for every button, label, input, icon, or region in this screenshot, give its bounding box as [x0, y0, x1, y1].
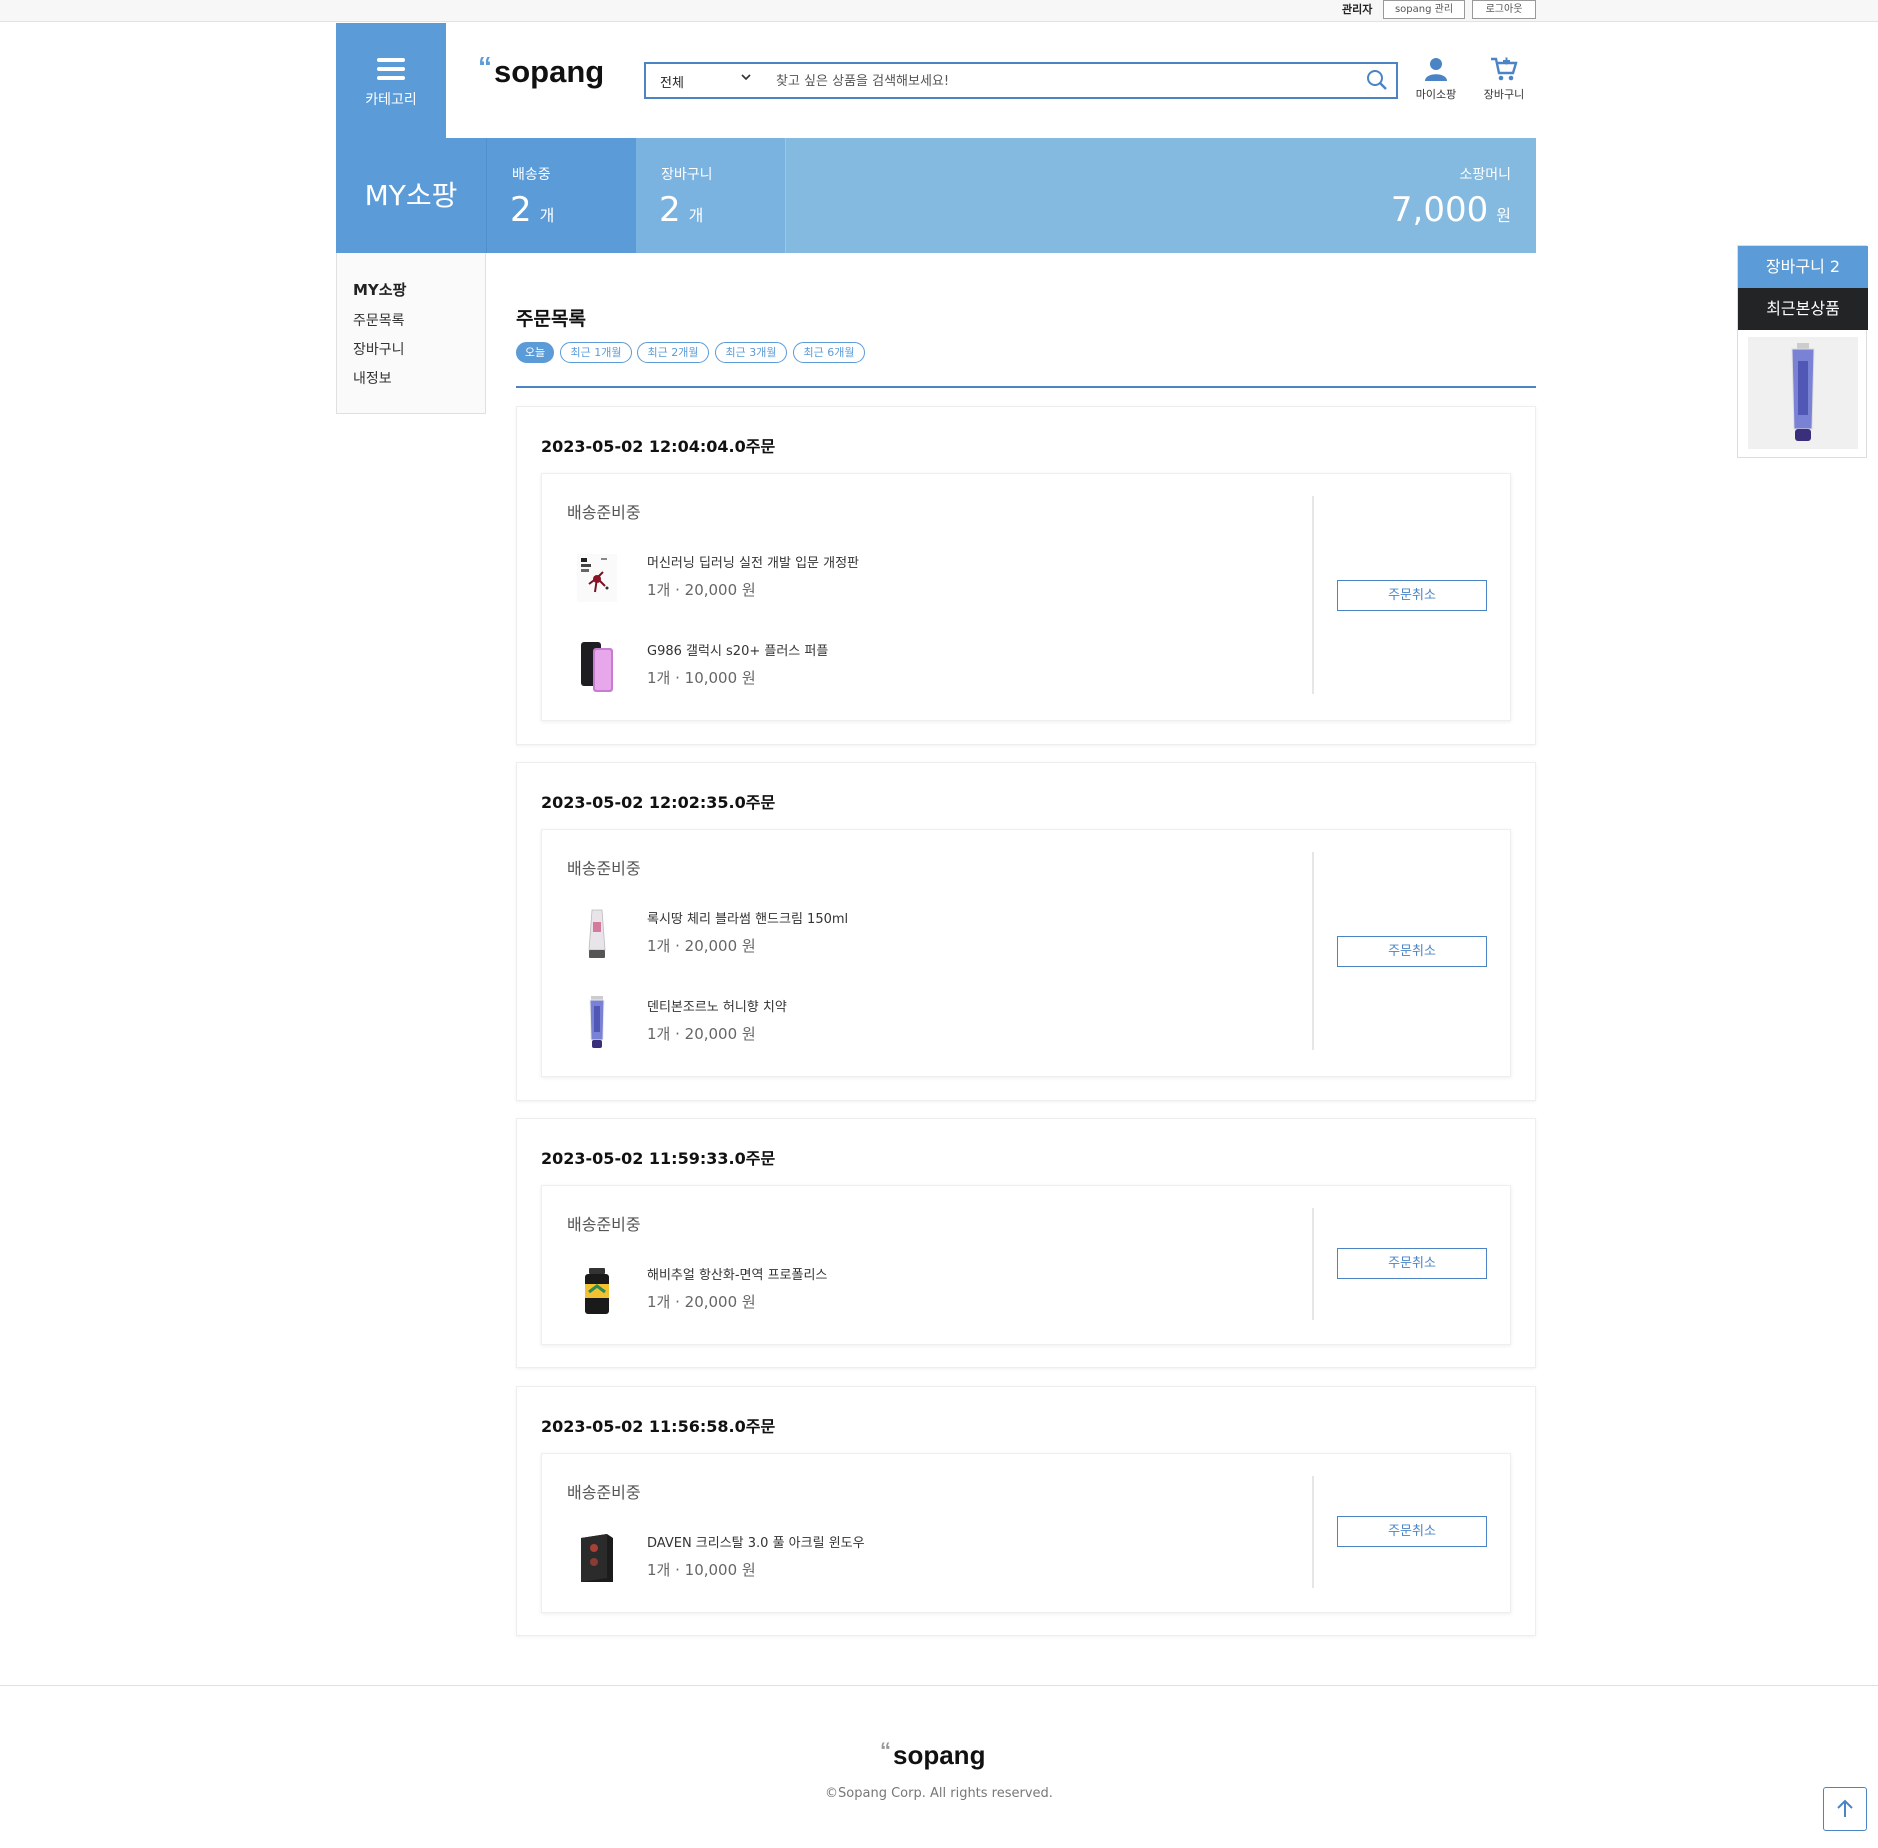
user-icon — [1425, 58, 1447, 81]
item-qty-price: 1개 · 20,000 원 — [647, 937, 756, 955]
side-menu-cart[interactable]: 장바구니 — [353, 339, 405, 359]
order-date: 2023-05-02 11:59:33.0주문 — [541, 1149, 776, 1168]
quote-mark-icon: “ — [880, 1738, 891, 1763]
order-card: 2023-05-02 11:59:33.0주문 배송준비중 주문취소 해비추얼 … — [516, 1118, 1536, 1368]
cart-summary-label: 장바구니 — [661, 167, 713, 183]
vertical-divider — [1312, 852, 1314, 1050]
order-status: 배송준비중 — [567, 503, 641, 522]
admin-topbar: 관리자 sopang 관리 로그아웃 — [0, 0, 1878, 22]
order-detail: 배송준비중 주문취소 록시땅 체리 블라썸 핸드크림 150ml 1개 · 20… — [541, 829, 1511, 1077]
money-label: 소팡머니 — [1459, 167, 1511, 183]
hamburger-icon — [377, 58, 405, 85]
item-name: 록시땅 체리 블라썸 핸드크림 150ml — [647, 912, 849, 927]
order-detail: 배송준비중 주문취소 머신러닝 딥러닝 실전 개발 입문 개정판 1개 · 20… — [541, 473, 1511, 721]
supplement-bottle-icon — [585, 1268, 609, 1314]
filter-1month[interactable]: 최근 1개월 — [560, 342, 632, 363]
money-amount: 7,000 — [1390, 190, 1489, 230]
shipping-summary[interactable]: 배송중 2개 — [486, 138, 636, 253]
category-button[interactable]: 카테고리 — [336, 23, 446, 139]
recent-items-heading: 최근본상품 — [1738, 288, 1868, 330]
cart-summary-unit: 개 — [688, 206, 704, 225]
order-date: 2023-05-02 12:02:35.0주문 — [541, 793, 776, 812]
footer-divider — [0, 1685, 1878, 1686]
filter-3month[interactable]: 최근 3개월 — [715, 342, 787, 363]
shipping-unit: 개 — [539, 206, 555, 225]
cancel-order-button[interactable]: 주문취소 — [1337, 1516, 1487, 1547]
handcream-icon — [588, 909, 606, 958]
item-qty-price: 1개 · 20,000 원 — [647, 1025, 756, 1043]
cart-icon — [1491, 57, 1518, 81]
floating-widget: 장바구니 2 최근본상품 — [1737, 245, 1868, 458]
item-name: G986 갤럭시 s20+ 플러스 퍼플 — [647, 644, 829, 659]
side-menu-orders[interactable]: 주문목록 — [353, 310, 405, 330]
filter-today[interactable]: 오늘 — [516, 342, 554, 363]
mypage-button[interactable]: 마이소팡 — [1406, 56, 1466, 102]
item-name: 해비추얼 항산화-면역 프로폴리스 — [647, 1268, 828, 1283]
my-banner: MY소팡 배송중 2개 장바구니 2개 소팡머니 7,000 원 — [336, 138, 1536, 253]
item-qty-price: 1개 · 20,000 원 — [647, 581, 756, 599]
money-summary: 소팡머니 7,000 원 — [786, 138, 1536, 253]
logout-button[interactable]: 로그아웃 — [1472, 0, 1536, 19]
quote-mark-icon: “ — [478, 51, 492, 82]
scroll-to-top-button[interactable] — [1823, 1787, 1867, 1831]
pc-case-icon — [581, 1534, 613, 1582]
money-unit: 원 — [1496, 206, 1511, 225]
vertical-divider — [1312, 1208, 1314, 1320]
order-detail: 배송준비중 주문취소 DAVEN 크리스탈 3.0 풀 아크릴 윈도우 1개 ·… — [541, 1453, 1511, 1613]
side-menu-heading: MY소팡 — [353, 281, 407, 299]
copyright-text: ©Sopang Corp. All rights reserved. — [825, 1786, 1053, 1801]
order-card: 2023-05-02 12:04:04.0주문 배송준비중 주문취소 머신러닝 … — [516, 406, 1536, 745]
mypage-label: 마이소팡 — [1415, 88, 1457, 101]
cart-label: 장바구니 — [1483, 88, 1525, 101]
cart-button[interactable]: 장바구니 — [1474, 56, 1534, 102]
order-status: 배송준비중 — [567, 859, 641, 878]
content-divider — [516, 386, 1536, 388]
cart-summary-count: 2 — [659, 190, 681, 230]
phone-icon — [581, 642, 613, 692]
order-detail: 배송준비중 주문취소 해비추얼 항산화-면역 프로폴리스 1개 · 20,000… — [541, 1185, 1511, 1345]
cancel-order-button[interactable]: 주문취소 — [1337, 580, 1487, 611]
admin-link[interactable]: sopang 관리 — [1383, 0, 1465, 19]
my-banner-title: MY소팡 — [336, 138, 486, 253]
footer-logo: “sopang — [880, 1738, 986, 1770]
site-logo[interactable]: “sopang — [478, 51, 604, 90]
search-category-select[interactable]: 전체 — [660, 72, 684, 91]
filter-6month[interactable]: 최근 6개월 — [793, 342, 865, 363]
item-qty-price: 1개 · 10,000 원 — [647, 669, 756, 687]
cancel-order-button[interactable]: 주문취소 — [1337, 936, 1487, 967]
side-menu: MY소팡 주문목록 장바구니 내정보 — [336, 253, 486, 414]
cancel-order-button[interactable]: 주문취소 — [1337, 1248, 1487, 1279]
category-label: 카테고리 — [365, 92, 417, 108]
arrow-up-icon — [1837, 1799, 1853, 1817]
search-bar: 전체 — [644, 62, 1398, 99]
floating-cart-button[interactable]: 장바구니 2 — [1738, 246, 1868, 288]
order-date: 2023-05-02 11:56:58.0주문 — [541, 1417, 776, 1436]
vertical-divider — [1312, 1476, 1314, 1588]
toothpaste-icon — [589, 996, 605, 1048]
recent-item-thumbnail[interactable] — [1748, 337, 1858, 449]
chevron-down-icon[interactable] — [740, 70, 752, 87]
shipping-label: 배송중 — [512, 167, 551, 183]
order-card: 2023-05-02 11:56:58.0주문 배송준비중 주문취소 DAVEN… — [516, 1386, 1536, 1636]
vertical-divider — [1312, 496, 1314, 694]
filter-2month[interactable]: 최근 2개월 — [637, 342, 709, 363]
order-status: 배송준비중 — [567, 1483, 641, 1502]
search-input[interactable] — [776, 70, 1336, 92]
item-qty-price: 1개 · 20,000 원 — [647, 1293, 756, 1311]
order-status: 배송준비중 — [567, 1215, 641, 1234]
shipping-count: 2 — [510, 190, 532, 230]
toothpaste-icon — [1791, 343, 1815, 441]
item-name: 덴티본조르노 허니향 치약 — [647, 1000, 787, 1015]
item-name: 머신러닝 딥러닝 실전 개발 입문 개정판 — [647, 556, 860, 571]
page-title: 주문목록 — [516, 308, 586, 330]
order-card: 2023-05-02 12:02:35.0주문 배송준비중 주문취소 록시땅 체… — [516, 762, 1536, 1101]
item-name: DAVEN 크리스탈 3.0 풀 아크릴 윈도우 — [647, 1536, 865, 1551]
side-menu-myinfo[interactable]: 내정보 — [353, 368, 392, 388]
cart-summary[interactable]: 장바구니 2개 — [636, 138, 786, 253]
search-icon[interactable] — [1366, 69, 1388, 91]
book-icon — [577, 554, 617, 602]
item-qty-price: 1개 · 10,000 원 — [647, 1561, 756, 1579]
order-date: 2023-05-02 12:04:04.0주문 — [541, 437, 776, 456]
admin-label: 관리자 — [1342, 3, 1373, 16]
